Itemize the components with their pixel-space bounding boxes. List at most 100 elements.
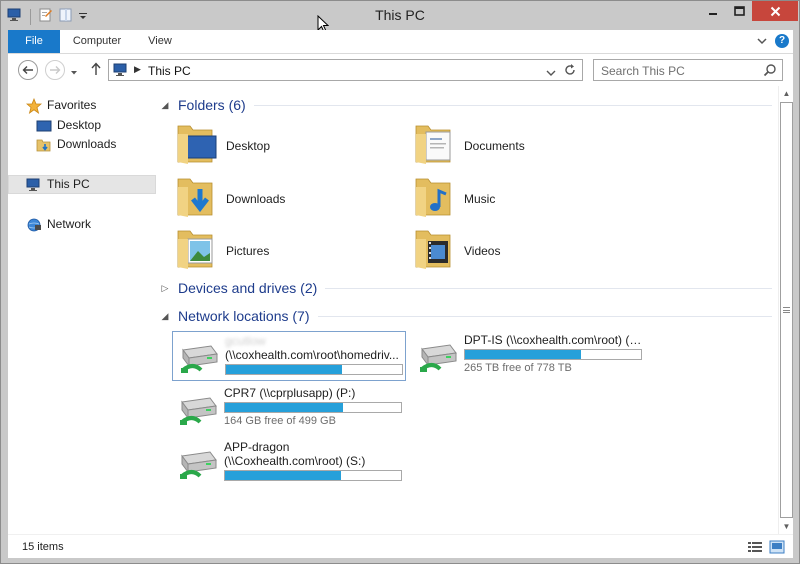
drive-usage-bar [224, 402, 402, 413]
folder-music-icon [414, 175, 456, 222]
downloads-folder-icon [36, 137, 52, 153]
nav-favorites-label: Favorites [47, 98, 97, 112]
search-input[interactable]: Search This PC [593, 59, 783, 81]
window-title: This PC [375, 7, 425, 23]
scroll-up-icon[interactable]: ▲ [779, 86, 794, 101]
desktop-icon [36, 118, 52, 134]
scroll-thumb[interactable] [780, 102, 793, 518]
breadcrumb-location[interactable]: This PC [148, 64, 191, 78]
nav-network-label: Network [47, 217, 92, 231]
back-button[interactable] [18, 60, 38, 80]
item-count: 15 items [22, 541, 64, 553]
nav-downloads-label: Downloads [57, 137, 117, 151]
recent-locations-dropdown[interactable] [70, 65, 78, 79]
nav-this-pc-label: This PC [47, 177, 90, 191]
this-pc-icon [26, 177, 42, 193]
folder-videos[interactable]: Videos [414, 227, 500, 274]
folder-downloads[interactable]: Downloads [176, 175, 285, 222]
drive-usage-fill [465, 350, 582, 359]
address-dropdown-icon[interactable] [546, 66, 556, 80]
tab-file[interactable]: File [8, 30, 60, 53]
network-drive-app-dragon[interactable]: APP-dragon (\\Coxhealth.com\root) (S:) [172, 438, 406, 488]
nav-network[interactable]: Network [26, 215, 91, 234]
details-view-icon[interactable] [747, 540, 763, 557]
breadcrumb-chevron-icon[interactable]: ▶ [134, 64, 141, 75]
title-bar[interactable]: This PC [1, 1, 799, 33]
tab-view[interactable]: View [140, 30, 180, 53]
drive-path: (\\coxhealth.com\root\homedriv... [225, 348, 399, 362]
status-bar: 15 items [8, 534, 793, 558]
network-drive-homedrive[interactable]: gcutlow (\\coxhealth.com\root\homedriv..… [172, 331, 406, 381]
folder-desktop-icon [176, 122, 218, 169]
drive-usage-fill [226, 365, 343, 374]
star-icon [26, 97, 42, 114]
search-icon[interactable] [763, 63, 777, 80]
vertical-scrollbar[interactable]: ▲ ▼ [778, 86, 793, 534]
help-icon[interactable]: ? [775, 34, 789, 48]
view-buttons [747, 540, 785, 557]
folder-label: Documents [464, 138, 525, 153]
network-drive-dpt-is[interactable]: DPT-IS (\\coxhealth.com\root) (H:) 265 T… [412, 331, 646, 381]
folder-documents[interactable]: Documents [414, 122, 525, 169]
network-drive-icon [176, 446, 220, 485]
maximize-button[interactable] [726, 1, 752, 21]
folder-label: Desktop [226, 138, 271, 153]
folder-desktop[interactable]: Desktop [176, 122, 270, 169]
nav-downloads[interactable]: Downloads [36, 135, 116, 154]
group-devices-header[interactable]: ▷ Devices and drives (2) [158, 278, 772, 298]
network-drive-icon [416, 339, 460, 378]
scroll-down-icon[interactable]: ▼ [779, 519, 794, 534]
folder-videos-icon [414, 227, 456, 274]
nav-desktop[interactable]: Desktop [36, 116, 101, 135]
group-folders-header[interactable]: ◢ Folders (6) [158, 95, 772, 115]
content-pane: ◢ Folders (6) Desktop Documents Download… [158, 86, 778, 534]
network-drive-cpr7[interactable]: CPR7 (\\cprplusapp) (P:) 164 GB free of … [172, 384, 406, 434]
drive-name-redacted: gcutlow [225, 334, 266, 348]
group-network-header[interactable]: ◢ Network locations (7) [158, 306, 772, 326]
folder-label: Videos [464, 243, 501, 258]
address-bar[interactable]: ▶ This PC [108, 59, 583, 81]
folder-pictures[interactable]: Pictures [176, 227, 269, 274]
folder-documents-icon [414, 122, 456, 169]
forward-button[interactable] [45, 60, 65, 80]
navigation-pane: Favorites Desktop Downloads This PC Netw… [8, 86, 158, 534]
drive-path: (\\Coxhealth.com\root) (S:) [224, 454, 366, 468]
window-controls [700, 1, 798, 21]
group-devices-title: Devices and drives (2) [178, 280, 318, 296]
nav-this-pc[interactable]: This PC [8, 175, 156, 194]
folder-music[interactable]: Music [414, 175, 495, 222]
nav-favorites[interactable]: Favorites [26, 96, 96, 115]
refresh-icon[interactable] [563, 63, 577, 80]
folder-pictures-icon [176, 227, 218, 274]
folder-label: Pictures [226, 243, 270, 258]
drive-usage-bar [225, 364, 403, 375]
group-network-title: Network locations (7) [178, 308, 310, 324]
large-icons-view-icon[interactable] [769, 540, 785, 557]
folder-downloads-icon [176, 175, 218, 222]
collapse-chevron-icon[interactable]: ◢ [158, 311, 172, 322]
network-icon [26, 217, 42, 233]
nav-desktop-label: Desktop [57, 118, 102, 132]
drive-usage-fill [225, 403, 343, 412]
expand-ribbon-icon[interactable] [757, 34, 767, 48]
this-pc-icon [113, 63, 129, 80]
tab-computer[interactable]: Computer [66, 30, 128, 53]
folder-label: Music [464, 191, 496, 206]
network-drive-icon [177, 340, 221, 379]
drive-usage-bar [464, 349, 642, 360]
drive-usage-bar [224, 470, 402, 481]
drive-free-space: 164 GB free of 499 GB [224, 415, 336, 427]
close-button[interactable] [752, 1, 798, 21]
drive-free-space: 265 TB free of 778 TB [464, 362, 572, 374]
up-button[interactable] [90, 62, 102, 79]
expand-chevron-icon[interactable]: ▷ [158, 283, 172, 294]
search-placeholder: Search This PC [601, 64, 685, 78]
collapse-chevron-icon[interactable]: ◢ [158, 100, 172, 111]
group-folders-title: Folders (6) [178, 97, 246, 113]
drive-name: DPT-IS (\\coxhealth.com\root) (H:) [464, 333, 644, 347]
drive-usage-fill [225, 471, 342, 480]
drive-name: CPR7 (\\cprplusapp) (P:) [224, 386, 356, 400]
folder-label: Downloads [226, 191, 286, 206]
minimize-button[interactable] [700, 1, 726, 21]
explorer-window: This PC File Computer View ? ▶ This PC S… [0, 0, 800, 564]
